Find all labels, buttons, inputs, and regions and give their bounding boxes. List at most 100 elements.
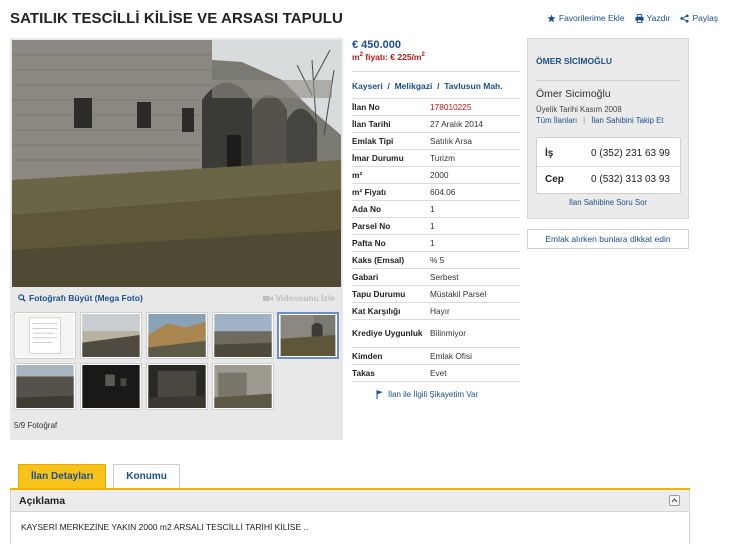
photo-tools: Fotoğrafı Büyüt (Mega Foto) Videosunu İz… (10, 290, 343, 306)
attribute-key: Pafta No (352, 234, 430, 252)
attribute-value: Evet (430, 364, 520, 382)
follow-owner-link[interactable]: İlan Sahibini Takip Et (591, 116, 663, 125)
price-per-m2: m2 fiyatı: € 225/m2 (352, 52, 520, 62)
tab-listing-details[interactable]: İlan Detayları (18, 464, 107, 489)
attribute-key: Takas (352, 364, 430, 382)
photo-panel: Fotoğrafı Büyüt (Mega Foto) Videosunu İz… (10, 38, 343, 440)
thumbnail-image (214, 314, 272, 357)
member-since: Üyelik Tarihi Kasım 2008 (536, 105, 622, 114)
tab-location[interactable]: Konumu (113, 464, 180, 489)
attribute-key: İmar Durumu (352, 149, 430, 167)
print-button[interactable]: Yazdır (634, 13, 671, 23)
print-label: Yazdır (646, 13, 671, 23)
ask-owner-link[interactable]: İlan Sahibine Soru Sor (528, 198, 688, 207)
attribute-key: Kat Karşılığı (352, 302, 430, 320)
location-district[interactable]: Melikgazi (395, 81, 433, 91)
thumbnail-8[interactable] (146, 363, 208, 410)
attribute-value: Satılık Arsa (430, 132, 520, 150)
attribute-row: Tapu Durumu Müstakil Parsel (352, 285, 520, 303)
attribute-key: m² Fiyatı (352, 183, 430, 201)
attribute-row: İlan No 178010225 (352, 98, 520, 116)
video-camera-icon (262, 295, 273, 301)
phone-row-mobile: Cep 0 (532) 313 03 93 (537, 166, 680, 190)
attribute-row: m² 2000 (352, 166, 520, 184)
thumbnail-image (16, 365, 74, 408)
chevron-up-icon (671, 498, 678, 503)
location-neighborhood[interactable]: Tavlusun Mah. (444, 81, 502, 91)
flag-icon (376, 390, 383, 399)
warning-button[interactable]: Emlak alırken bunlara dikkat edin (527, 229, 689, 249)
listing-info: € 450.000 m2 fiyatı: € 225/m2 Kayseri / … (352, 38, 520, 399)
description-text: KAYSERİ MERKEZİNE YAKIN 2000 m2 ARSALI T… (21, 522, 309, 532)
attribute-value: Müstakil Parsel (430, 285, 520, 303)
price-per-m2-sup2: 2 (421, 52, 425, 59)
thumbnail-5[interactable] (277, 312, 339, 359)
attribute-key: m² (352, 166, 430, 184)
thumbnail-image (148, 314, 206, 357)
thumbnail-image (16, 314, 74, 357)
complain-link[interactable]: İlan ile İlgili Şikayetim Var (376, 390, 520, 399)
attribute-key: Ada No (352, 200, 430, 218)
description-body: KAYSERİ MERKEZİNE YAKIN 2000 m2 ARSALI T… (10, 512, 690, 544)
thumbnail-9[interactable] (212, 363, 274, 410)
price-per-m2-text: fiyatı: € 225/m (362, 52, 422, 62)
thumbnail-image (280, 315, 336, 356)
owner-links: Tüm İlanları | İlan Sahibini Takip Et (536, 116, 663, 125)
attribute-key: Emlak Tipi (352, 132, 430, 150)
owner-panel: ÖMER SİCİMOĞLU Ömer Sicimoğlu Üyelik Tar… (527, 38, 689, 219)
share-label: Paylaş (692, 13, 718, 23)
enlarge-photo-button[interactable]: Fotoğrafı Büyüt (Mega Foto) (18, 293, 143, 303)
attribute-value: 1 (430, 200, 520, 218)
main-photo[interactable] (12, 40, 341, 287)
attribute-key: İlan Tarihi (352, 115, 430, 133)
tab-bar: İlan Detayları Konumu (18, 464, 180, 489)
church-photo (12, 40, 341, 287)
attribute-row: Kaks (Emsal)% 5 (352, 251, 520, 269)
owner-heading[interactable]: ÖMER SİCİMOĞLU (536, 56, 612, 66)
location-city[interactable]: Kayseri (352, 81, 383, 91)
collapse-button[interactable] (669, 495, 680, 506)
attribute-row: İmar Durumu Turizm (352, 149, 520, 167)
attribute-key: Krediye Uygunluk (352, 319, 430, 348)
star-icon (547, 13, 556, 22)
complain-label: İlan ile İlgili Şikayetim Var (388, 390, 479, 399)
attribute-key: Kimden (352, 347, 430, 365)
share-button[interactable]: Paylaş (680, 13, 718, 23)
phone-box: İş 0 (352) 231 63 99 Cep 0 (532) 313 03 … (536, 137, 681, 194)
attribute-value: 178010225 (430, 98, 520, 116)
thumbnail-4[interactable] (212, 312, 274, 359)
thumbnail-image (148, 365, 206, 408)
attribute-row: İlan Tarihi 27 Aralık 2014 (352, 115, 520, 133)
phone-number[interactable]: 0 (532) 313 03 93 (591, 174, 670, 185)
description-heading: Açıklama (19, 495, 66, 507)
phone-number[interactable]: 0 (352) 231 63 99 (591, 148, 670, 159)
attribute-row: Ada No 1 (352, 200, 520, 218)
location-sep: / (387, 81, 390, 91)
thumbnail-image (82, 365, 140, 408)
attribute-row: Gabari Serbest (352, 268, 520, 286)
thumbnail-1[interactable] (14, 312, 76, 359)
page-title: SATILIK TESCİLLİ KİLİSE VE ARSASI TAPULU (10, 10, 343, 27)
attribute-value: 1 (430, 234, 520, 252)
thumbnail-2[interactable] (80, 312, 142, 359)
attribute-key: Gabari (352, 268, 430, 286)
owner-name: Ömer Sicimoğlu (536, 88, 611, 100)
attribute-row: Takas Evet (352, 364, 520, 382)
price-per-m2-unit: m (352, 52, 360, 62)
video-button[interactable]: Videosunu İzle (262, 293, 335, 303)
link-divider: | (583, 116, 586, 125)
thumbnail-6[interactable] (14, 363, 76, 410)
attribute-row: Parsel No 1 (352, 217, 520, 235)
thumbnail-7[interactable] (80, 363, 142, 410)
attribute-value: Serbest (430, 268, 520, 286)
attribute-row: m² Fiyatı 604.06 (352, 183, 520, 201)
phone-row-work: İş 0 (352) 231 63 99 (537, 141, 680, 165)
phone-label: Cep (545, 174, 564, 185)
thumbnail-3[interactable] (146, 312, 208, 359)
enlarge-label: Fotoğrafı Büyüt (Mega Foto) (29, 293, 143, 303)
favorite-button[interactable]: Favorilerime Ekle (547, 13, 625, 23)
all-listings-link[interactable]: Tüm İlanları (536, 116, 577, 125)
attribute-row: Pafta No 1 (352, 234, 520, 252)
location-breadcrumb: Kayseri / Melikgazi / Tavlusun Mah. (352, 72, 520, 98)
printer-icon (634, 13, 644, 23)
